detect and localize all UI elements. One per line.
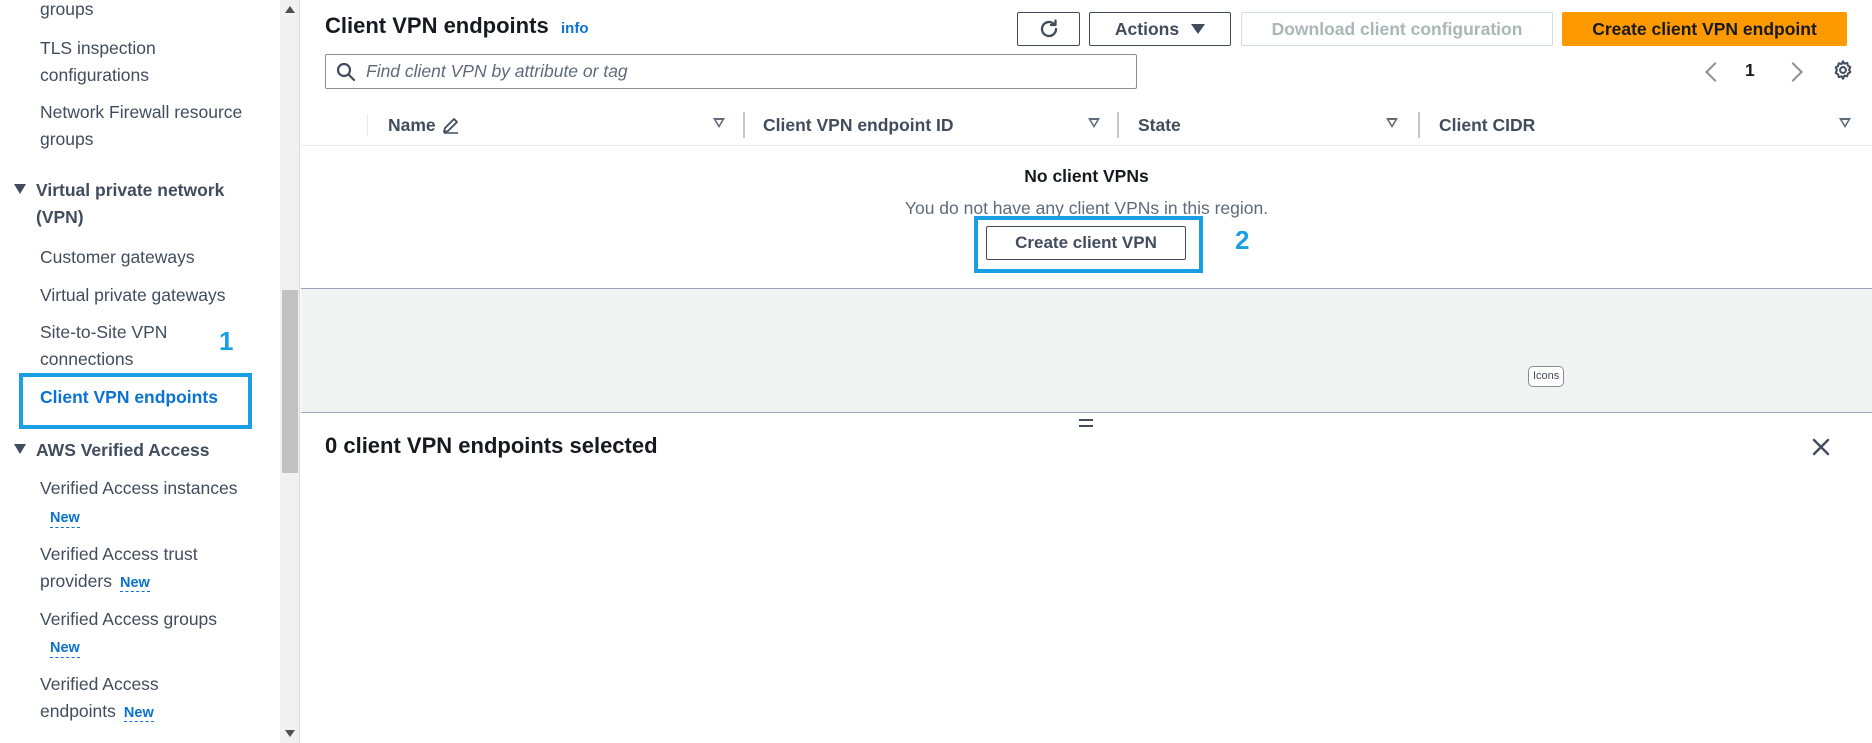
create-client-vpn-endpoint-button[interactable]: Create client VPN endpoint bbox=[1562, 12, 1847, 46]
new-badge: New bbox=[123, 705, 154, 722]
download-client-configuration-button[interactable]: Download client configuration bbox=[1241, 12, 1553, 46]
column-label: Client VPN endpoint ID bbox=[763, 114, 954, 135]
column-label: Name bbox=[388, 114, 436, 135]
column-header-client-cidr[interactable]: Client CIDR bbox=[1439, 104, 1859, 146]
column-header-endpoint-id[interactable]: Client VPN endpoint ID bbox=[763, 104, 1100, 146]
sidebar-item-groups[interactable]: groups bbox=[40, 0, 250, 23]
chevron-right-icon[interactable] bbox=[1783, 62, 1803, 82]
annotation-box-1 bbox=[19, 373, 252, 429]
annotation-number-2: 2 bbox=[1235, 225, 1250, 255]
sidebar-section-vpn-label: Virtual private network (VPN) bbox=[36, 180, 225, 227]
sort-icon[interactable] bbox=[1839, 118, 1851, 128]
pagination: 1 bbox=[1701, 58, 1861, 86]
info-link[interactable]: info bbox=[561, 20, 589, 37]
split-panel-drag-handle-icon[interactable] bbox=[1079, 419, 1093, 427]
sort-icon[interactable] bbox=[1088, 118, 1100, 128]
empty-state-title: No client VPNs bbox=[1024, 166, 1149, 186]
chevron-left-icon[interactable] bbox=[1705, 62, 1725, 82]
sort-icon[interactable] bbox=[1386, 118, 1398, 128]
caret-down-icon bbox=[14, 184, 26, 194]
new-badge: New bbox=[50, 510, 80, 528]
sidebar-section-verified-access-label: AWS Verified Access bbox=[36, 440, 210, 460]
sort-icon[interactable] bbox=[713, 118, 725, 128]
sidebar-item-network-firewall-resource-groups[interactable]: Network Firewall resource groups bbox=[40, 99, 250, 153]
sidebar-item-virtual-private-gateways[interactable]: Virtual private gateways bbox=[40, 282, 250, 309]
column-label: State bbox=[1138, 114, 1181, 135]
sidebar-item-verified-access-endpoints[interactable]: Verified Access endpoints New bbox=[40, 671, 190, 725]
annotation-number-1: 1 bbox=[219, 326, 234, 356]
actions-label: Actions bbox=[1114, 18, 1180, 39]
table-empty-state: No client VPNs You do not have any clien… bbox=[301, 146, 1872, 289]
side-navigation: groups TLS inspection configurations Net… bbox=[0, 0, 280, 743]
gear-icon[interactable] bbox=[1832, 59, 1854, 81]
scroll-down-arrow-icon[interactable] bbox=[285, 730, 295, 737]
sidebar-section-verified-access[interactable]: AWS Verified Access bbox=[14, 437, 254, 464]
split-panel-title: 0 client VPN endpoints selected bbox=[325, 433, 658, 458]
page-number[interactable]: 1 bbox=[1745, 60, 1755, 81]
caret-down-icon bbox=[1191, 24, 1206, 34]
annotation-box-2 bbox=[974, 216, 1203, 273]
sidebar-item-verified-access-instances[interactable]: Verified Access instances bbox=[40, 475, 250, 502]
refresh-icon bbox=[1040, 19, 1057, 38]
scroll-up-arrow-icon[interactable] bbox=[285, 6, 295, 13]
sidebar-item-verified-access-trust-providers[interactable]: Verified Access trust providers New bbox=[40, 541, 240, 595]
page-title: Client VPN endpoints bbox=[325, 13, 549, 38]
sidebar-section-vpn[interactable]: Virtual private network (VPN) bbox=[14, 177, 254, 231]
search-bar[interactable] bbox=[325, 54, 1137, 89]
search-input[interactable] bbox=[366, 57, 1126, 85]
sidebar-item-tls-inspection[interactable]: TLS inspection configurations bbox=[40, 35, 250, 89]
tooltip: Icons bbox=[1528, 366, 1565, 387]
new-badge: New bbox=[119, 575, 150, 592]
actions-dropdown-button[interactable]: Actions bbox=[1089, 12, 1231, 46]
column-divider[interactable] bbox=[1117, 112, 1119, 138]
column-divider bbox=[367, 114, 368, 136]
column-divider[interactable] bbox=[743, 112, 745, 138]
caret-down-icon bbox=[14, 444, 26, 454]
sidebar-scrollbar[interactable] bbox=[280, 0, 300, 743]
main-content: Client VPN endpoints info Actions Downlo… bbox=[301, 0, 1872, 743]
sidebar-item-customer-gateways[interactable]: Customer gateways bbox=[40, 244, 250, 271]
table-filler-area: Icons bbox=[301, 289, 1872, 413]
table-header: Name Client VPN endpoint ID State Client… bbox=[301, 104, 1872, 146]
sidebar-item-label: Verified Access trust providers bbox=[40, 544, 198, 591]
column-header-name[interactable]: Name bbox=[388, 104, 725, 146]
scrollbar-thumb[interactable] bbox=[282, 290, 298, 473]
close-icon[interactable] bbox=[1811, 437, 1831, 457]
column-divider[interactable] bbox=[1418, 112, 1420, 138]
new-badge: New bbox=[50, 640, 80, 658]
column-header-state[interactable]: State bbox=[1138, 104, 1438, 146]
search-icon bbox=[336, 62, 356, 82]
edit-pencil-icon bbox=[442, 118, 458, 134]
column-label: Client CIDR bbox=[1439, 114, 1536, 135]
refresh-button[interactable] bbox=[1017, 12, 1080, 46]
sidebar-item-verified-access-groups[interactable]: Verified Access groups bbox=[40, 606, 250, 633]
